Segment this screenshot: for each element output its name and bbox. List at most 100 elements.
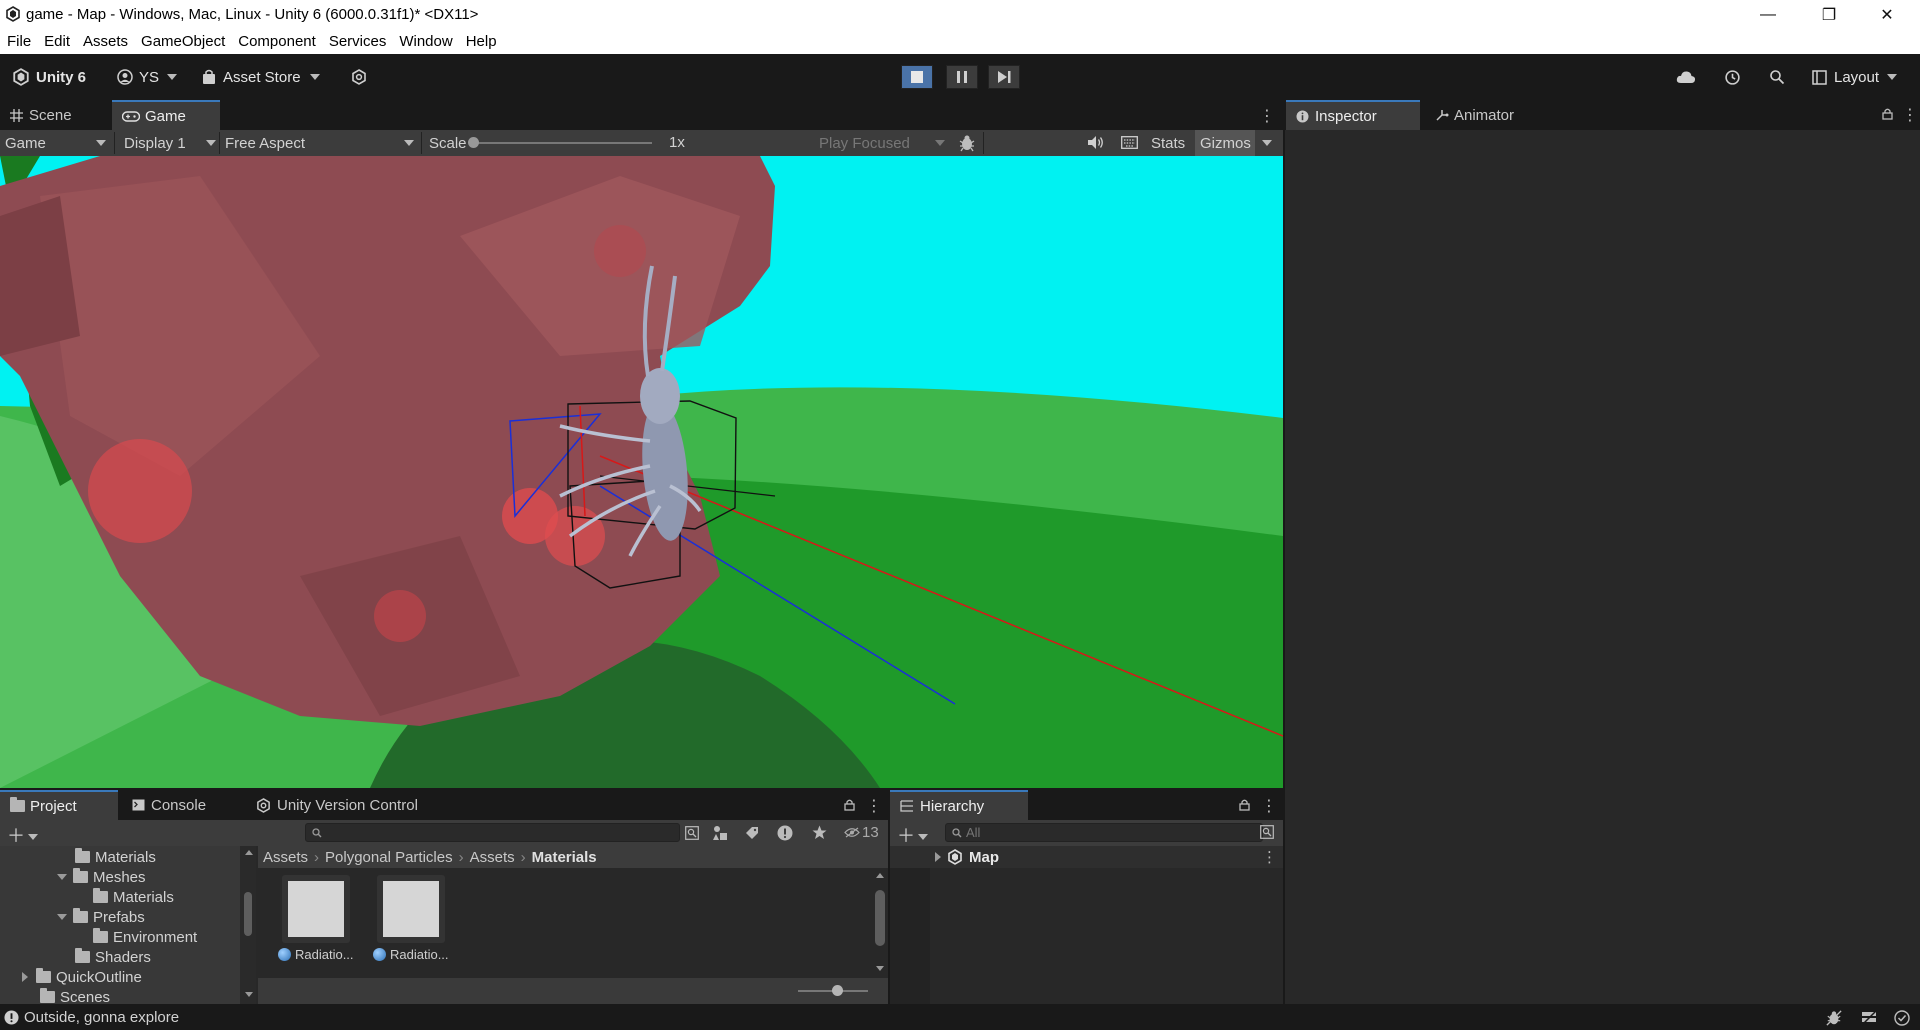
menu-services[interactable]: Services <box>329 33 387 50</box>
folder-open-icon <box>73 908 88 923</box>
shortcuts-button[interactable] <box>1121 136 1138 153</box>
row-menu-icon[interactable]: ⋮ <box>1262 848 1277 866</box>
panel-menu-icon[interactable]: ⋮ <box>1259 106 1275 126</box>
bug-icon[interactable] <box>1826 1010 1842 1026</box>
tab-inspector[interactable]: Inspector <box>1286 100 1420 130</box>
close-button[interactable]: ✕ <box>1858 0 1916 29</box>
layout-dropdown[interactable]: Layout <box>1812 66 1898 88</box>
lock-icon[interactable] <box>1882 107 1893 124</box>
step-button[interactable] <box>988 65 1020 89</box>
search-by-type-icon[interactable] <box>1260 825 1274 839</box>
tab-game[interactable]: Game <box>112 100 220 130</box>
icon-size-slider-handle[interactable] <box>832 985 843 996</box>
asset-item[interactable]: Radiatio... <box>373 875 449 975</box>
tab-project-label: Project <box>30 797 77 815</box>
menu-component[interactable]: Component <box>238 33 316 50</box>
main-toolbar: Unity 6 YS Asset Store Layout <box>0 54 1920 100</box>
game-viewport[interactable] <box>0 156 1283 788</box>
project-search-input[interactable] <box>305 823 680 842</box>
unity-account-button[interactable]: Unity 6 <box>12 66 86 88</box>
search-button[interactable] <box>1769 66 1785 88</box>
menu-help[interactable]: Help <box>466 33 497 50</box>
check-circle-icon[interactable] <box>1894 1010 1910 1026</box>
panel-menu-icon[interactable]: ⋮ <box>1902 105 1918 125</box>
lock-icon[interactable] <box>844 798 855 815</box>
breadcrumb-item[interactable]: Assets <box>263 849 308 866</box>
history-button[interactable] <box>1724 66 1741 88</box>
display-dropdown[interactable]: Display 1 <box>119 130 219 156</box>
play-focused-dropdown[interactable]: Play Focused <box>814 130 949 156</box>
gizmos-dropdown[interactable] <box>1257 130 1281 156</box>
breadcrumb-item-current[interactable]: Materials <box>532 849 597 866</box>
panel-menu-icon[interactable]: ⋮ <box>1261 796 1277 816</box>
maximize-button[interactable]: ❐ <box>1800 0 1858 29</box>
lock-icon[interactable] <box>1239 798 1250 815</box>
tree-scrollbar[interactable] <box>240 846 256 1004</box>
tree-item-environment[interactable]: Environment <box>93 927 197 947</box>
pause-button[interactable] <box>946 65 978 89</box>
filter-by-type-icon[interactable] <box>712 825 728 841</box>
asset-item[interactable]: Radiatio... <box>278 875 354 975</box>
expand-arrow-icon[interactable] <box>57 874 67 880</box>
expand-arrow-icon[interactable] <box>57 914 67 920</box>
status-message[interactable]: Outside, gonna explore <box>24 1009 179 1026</box>
menu-edit[interactable]: Edit <box>44 33 70 50</box>
tree-item-label: Prefabs <box>93 908 145 926</box>
tab-version-control[interactable]: Unity Version Control <box>246 790 456 820</box>
hierarchy-row-map[interactable]: Map ⋮ <box>890 846 1283 868</box>
panel-menu-icon[interactable]: ⋮ <box>866 796 882 816</box>
debug-bug-button[interactable] <box>958 134 976 156</box>
breadcrumb-item[interactable]: Polygonal Particles <box>325 849 453 866</box>
tree-item-shaders[interactable]: Shaders <box>75 947 151 967</box>
game-mode-dropdown[interactable]: Game <box>0 130 112 156</box>
scale-slider-handle[interactable] <box>468 137 479 148</box>
expand-arrow-icon[interactable] <box>22 972 28 982</box>
tree-item-quickoutline[interactable]: QuickOutline <box>22 967 142 987</box>
tab-hierarchy[interactable]: Hierarchy <box>890 790 1028 820</box>
create-button[interactable]: ＋ <box>7 822 38 848</box>
star-icon[interactable] <box>812 825 827 840</box>
tag-icon[interactable] <box>745 826 759 840</box>
tab-animator[interactable]: Animator <box>1425 100 1555 130</box>
scale-slider-track[interactable] <box>472 142 652 144</box>
breadcrumb-item[interactable]: Assets <box>470 849 515 866</box>
cache-server-icon[interactable] <box>1861 1010 1877 1026</box>
material-icon <box>373 948 386 961</box>
account-label: YS <box>139 68 160 86</box>
tree-item-prefabs[interactable]: Prefabs <box>57 907 145 927</box>
folder-open-icon <box>73 868 88 883</box>
gizmos-button[interactable]: Gizmos <box>1195 130 1255 156</box>
tab-project[interactable]: Project <box>0 790 118 820</box>
create-button[interactable]: ＋ <box>897 822 928 848</box>
hierarchy-root-label: Map <box>969 848 999 866</box>
menu-file[interactable]: File <box>7 33 31 50</box>
scale-control: Scale 1x <box>424 130 685 156</box>
tree-item-materials[interactable]: Materials <box>75 847 156 867</box>
scale-label: Scale <box>429 134 467 152</box>
warning-icon[interactable] <box>777 825 793 841</box>
asset-store-dropdown[interactable]: Asset Store <box>202 66 320 88</box>
assets-scrollbar[interactable] <box>872 868 888 978</box>
bug-icon <box>959 135 975 152</box>
mute-audio-button[interactable] <box>1087 135 1104 154</box>
expand-arrow-icon[interactable] <box>935 852 941 862</box>
menu-assets[interactable]: Assets <box>83 33 128 50</box>
search-by-type-icon[interactable] <box>685 826 699 840</box>
tree-item-meshes-materials[interactable]: Materials <box>93 887 174 907</box>
cloud-button[interactable] <box>1676 66 1696 88</box>
tab-scene[interactable]: Scene <box>0 100 110 130</box>
aspect-dropdown[interactable]: Free Aspect <box>220 130 420 156</box>
project-body: Materials Meshes Materials Prefabs Envir… <box>0 846 888 1006</box>
menu-window[interactable]: Window <box>399 33 452 50</box>
account-dropdown[interactable]: YS <box>117 66 178 88</box>
tab-console[interactable]: Console <box>122 790 247 820</box>
play-button[interactable] <box>901 65 933 89</box>
menu-gameobject[interactable]: GameObject <box>141 33 225 50</box>
cloud-services-button[interactable] <box>351 66 367 88</box>
tree-item-meshes[interactable]: Meshes <box>57 867 146 887</box>
hidden-packages-toggle[interactable]: 13 <box>844 824 879 841</box>
chevron-down-icon <box>1887 74 1898 80</box>
stats-button[interactable]: Stats <box>1146 130 1190 156</box>
hierarchy-search-input[interactable] <box>945 823 1263 842</box>
minimize-button[interactable]: — <box>1739 0 1797 29</box>
